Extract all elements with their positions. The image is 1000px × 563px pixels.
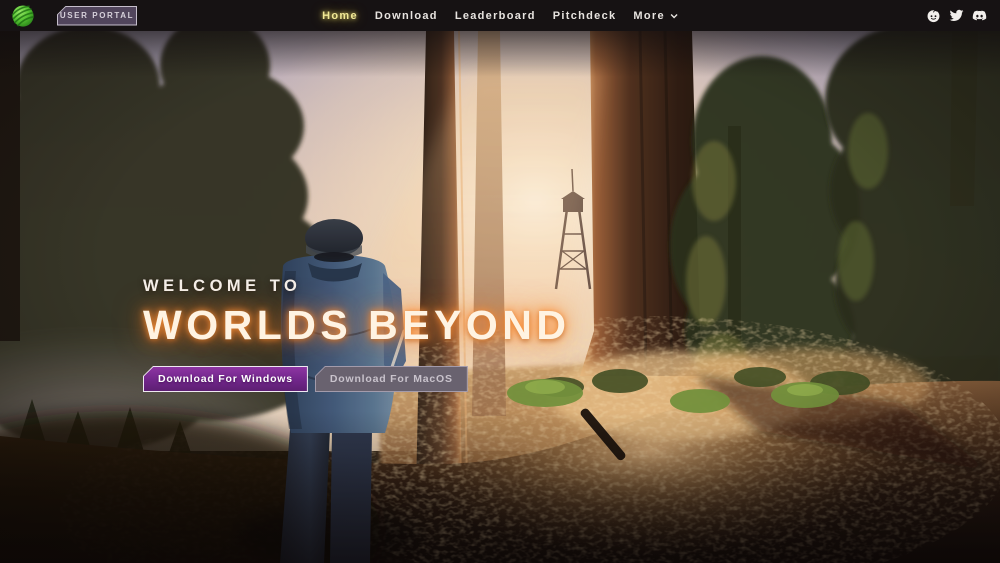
hero-section: WELCOME TO WORLDS BEYOND Download For Wi… — [0, 31, 1000, 563]
nav-link-home[interactable]: Home — [322, 10, 358, 22]
discord-icon[interactable] — [972, 8, 987, 23]
nav-link-more[interactable]: More — [633, 10, 677, 22]
nav-link-download[interactable]: Download — [375, 10, 438, 22]
nav-link-more-label: More — [633, 10, 664, 22]
nav-link-leaderboard[interactable]: Leaderboard — [455, 10, 536, 22]
reddit-icon[interactable] — [926, 8, 941, 23]
brand-globe-logo-icon[interactable] — [10, 3, 36, 29]
download-macos-button[interactable]: Download For MacOS — [315, 366, 468, 392]
hero-buttons: Download For Windows Download For MacOS — [143, 366, 571, 392]
page-title: WORLDS BEYOND — [143, 302, 571, 349]
download-windows-label: Download For Windows — [144, 367, 307, 391]
main-nav: Home Download Leaderboard Pitchdeck More — [322, 0, 678, 31]
nav-link-pitchdeck[interactable]: Pitchdeck — [553, 10, 617, 22]
twitter-icon[interactable] — [949, 8, 964, 23]
hero-content: WELCOME TO WORLDS BEYOND Download For Wi… — [143, 277, 571, 392]
user-portal-button[interactable]: USER PORTAL — [57, 6, 137, 26]
hero-kicker: WELCOME TO — [143, 277, 571, 296]
top-fade — [0, 31, 1000, 77]
download-macos-label: Download For MacOS — [316, 367, 467, 391]
social-links — [926, 8, 990, 23]
user-portal-label: USER PORTAL — [58, 7, 136, 25]
bottom-fade — [0, 411, 1000, 563]
top-navbar: USER PORTAL Home Download Leaderboard Pi… — [0, 0, 1000, 31]
chevron-down-icon — [670, 13, 678, 19]
download-windows-button[interactable]: Download For Windows — [143, 366, 308, 392]
